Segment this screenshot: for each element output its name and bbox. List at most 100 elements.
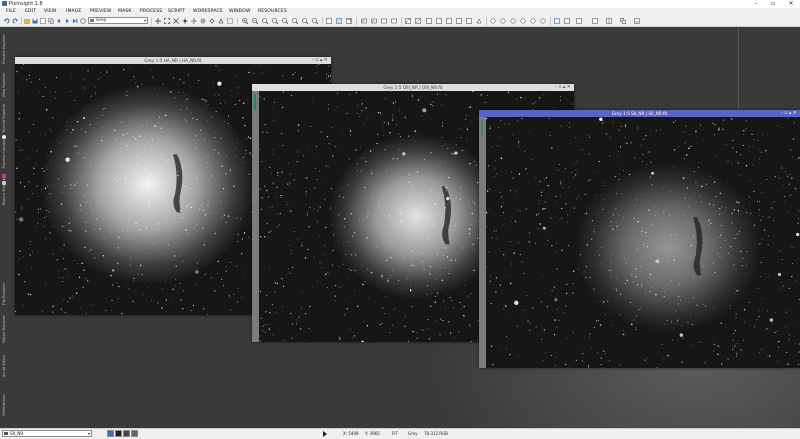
mask-remove-icon[interactable] — [391, 18, 397, 24]
menu-file[interactable]: FILE — [6, 8, 16, 16]
tab-file-explorer[interactable]: File Explorer — [0, 279, 8, 309]
tab-history-explorer[interactable]: History Explorer — [0, 173, 8, 209]
workspace-1-icon[interactable] — [554, 18, 560, 24]
view-selector[interactable]: Grey ▾ — [88, 17, 148, 24]
star — [161, 153, 163, 156]
readout-mode-3-button[interactable] — [123, 430, 130, 437]
duplicate-icon[interactable] — [48, 18, 54, 24]
tab-preferences[interactable]: Preferences — [0, 385, 8, 425]
tab-format-explorer[interactable]: Format Explorer — [0, 101, 8, 185]
mask-invert-icon[interactable] — [371, 18, 377, 24]
close-icon[interactable]: ✕ — [324, 58, 329, 63]
stf-auto-icon[interactable] — [476, 18, 482, 24]
menu-edit[interactable]: EDIT — [25, 8, 36, 16]
menu-view[interactable]: VIEW — [44, 8, 56, 16]
new-image-icon[interactable] — [40, 18, 46, 24]
minimize-icon[interactable]: – — [748, 0, 764, 8]
readout-mode-1-button[interactable] — [107, 430, 114, 437]
zoom-5-icon[interactable] — [302, 18, 308, 24]
window-buttons[interactable]: –▫▴✕ — [555, 84, 572, 91]
mask-enable-icon[interactable] — [381, 18, 387, 24]
channel-red-icon[interactable] — [346, 18, 352, 24]
history-end-icon[interactable] — [72, 18, 78, 24]
stf-linked-icon[interactable] — [510, 18, 516, 24]
image-window-titlebar[interactable]: Grey 1:5 OIII_NR | OIII_NR.fit –▫▴✕ — [252, 84, 574, 91]
window-buttons[interactable]: –▫▴✕ — [312, 57, 329, 64]
star — [681, 309, 683, 311]
undo-icon[interactable] — [4, 18, 10, 24]
zoom-6-icon[interactable] — [312, 18, 318, 24]
stf-24bit-icon[interactable] — [520, 18, 526, 24]
zoom-2-icon[interactable] — [272, 18, 278, 24]
workspace-3-icon[interactable] — [576, 18, 582, 24]
menu-mask[interactable]: MASK — [118, 8, 131, 16]
channel-select-icon[interactable] — [336, 18, 342, 24]
mask-show-icon[interactable] — [361, 18, 367, 24]
readout-icon[interactable] — [191, 18, 197, 24]
menu-script[interactable]: SCRIPT — [168, 8, 185, 16]
display-channel-r-icon[interactable] — [426, 18, 432, 24]
play-icon[interactable] — [323, 431, 327, 437]
window-tile-icon[interactable] — [606, 18, 612, 24]
zoom-1-1-icon[interactable] — [262, 18, 268, 24]
workspace-4-icon[interactable] — [592, 18, 598, 24]
zoom-fit-icon[interactable] — [164, 18, 170, 24]
crosshair-icon[interactable] — [200, 18, 206, 24]
save-icon[interactable] — [32, 18, 38, 24]
display-channel-l-icon[interactable] — [456, 18, 462, 24]
history-back-icon[interactable] — [56, 18, 62, 24]
star — [504, 123, 506, 125]
expand-icon[interactable] — [173, 18, 179, 24]
zoom-3-icon[interactable] — [282, 18, 288, 24]
image-window-titlebar[interactable]: Grey 1:5 HA_NR | HA_NR.fit –▫▴✕ — [15, 57, 331, 64]
menu-preview[interactable]: PREVIEW — [90, 8, 112, 16]
zoom-in-icon[interactable] — [242, 18, 248, 24]
tab-object-explorer[interactable]: Object Explorer — [0, 311, 8, 347]
star — [160, 131, 162, 132]
stf-reset-icon[interactable] — [490, 18, 496, 24]
pan-icon[interactable] — [155, 18, 161, 24]
dynamic-icon[interactable] — [218, 18, 224, 24]
stf-enable-icon[interactable] — [500, 18, 506, 24]
history-forward-icon[interactable] — [64, 18, 70, 24]
image-canvas[interactable] — [486, 117, 800, 368]
status-view-selector[interactable]: SII_NR ▾ — [2, 430, 92, 437]
close-icon[interactable]: ✕ — [793, 111, 798, 116]
image-window-titlebar[interactable]: Grey 1:5 SII_NR | SII_NR.fit –▫▴✕ — [479, 110, 800, 117]
window-buttons[interactable]: –▫▴✕ — [781, 110, 798, 117]
display-curve-icon[interactable] — [405, 18, 411, 24]
redo-icon[interactable] — [12, 18, 18, 24]
close-icon[interactable]: ✕ — [567, 85, 572, 90]
tab-process-console[interactable]: Process Console — [0, 137, 8, 171]
readout-mode-4-button[interactable] — [131, 430, 138, 437]
preview-icon[interactable] — [227, 18, 233, 24]
stf-preview-icon[interactable] — [540, 18, 546, 24]
tab-view-explorer[interactable]: View Explorer — [0, 71, 8, 99]
window-minimize-all-icon[interactable] — [634, 18, 640, 24]
window-cascade-icon[interactable] — [620, 18, 626, 24]
maximize-icon[interactable]: ▫ — [765, 0, 781, 8]
menu-window[interactable]: WINDOW — [229, 8, 251, 16]
menu-resources[interactable]: RESOURCES — [258, 8, 287, 16]
navigate-icon[interactable] — [209, 18, 215, 24]
menu-image[interactable]: IMAGE — [66, 8, 81, 16]
menu-process[interactable]: PROCESS — [140, 8, 162, 16]
display-channel-a-icon[interactable] — [466, 18, 472, 24]
display-channel-b-icon[interactable] — [446, 18, 452, 24]
tab-script-editor[interactable]: Script Editor — [0, 349, 8, 383]
menu-workspace[interactable]: WORKSPACE — [193, 8, 223, 16]
readout-mode-2-button[interactable] — [115, 430, 122, 437]
center-icon[interactable] — [182, 18, 188, 24]
image-window-sii[interactable]: Grey 1:5 SII_NR | SII_NR.fit –▫▴✕ — [479, 110, 800, 368]
workspace-2-icon[interactable] — [564, 18, 570, 24]
zoom-4-icon[interactable] — [292, 18, 298, 24]
channel-rgb-icon[interactable] — [326, 18, 332, 24]
process-icon[interactable] — [80, 18, 86, 24]
display-lut-icon[interactable] — [415, 18, 421, 24]
open-file-icon[interactable] — [24, 18, 30, 24]
close-icon[interactable]: ✕ — [783, 0, 799, 8]
zoom-out-icon[interactable] — [252, 18, 258, 24]
stf-mode-icon[interactable] — [530, 18, 536, 24]
tab-process-explorer[interactable]: Process Explorer — [0, 29, 8, 69]
display-channel-g-icon[interactable] — [436, 18, 442, 24]
